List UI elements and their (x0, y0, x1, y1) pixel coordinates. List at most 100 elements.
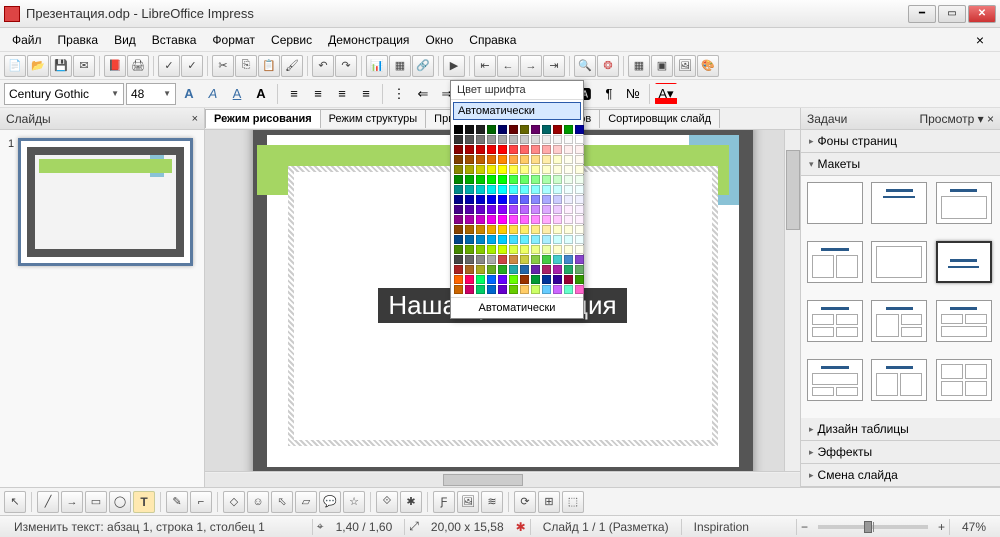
color-swatch[interactable] (509, 145, 518, 154)
menu-insert[interactable]: Вставка (144, 30, 205, 50)
flowchart-tool[interactable]: ▱ (295, 491, 317, 513)
redo-button[interactable]: ↷ (335, 55, 357, 77)
color-swatch[interactable] (465, 255, 474, 264)
para-dialog-button[interactable]: ¶ (598, 83, 620, 105)
color-swatch[interactable] (531, 205, 540, 214)
color-swatch[interactable] (531, 215, 540, 224)
color-swatch[interactable] (498, 285, 507, 294)
color-swatch[interactable] (520, 285, 529, 294)
email-button[interactable]: ✉ (73, 55, 95, 77)
color-swatch[interactable] (454, 145, 463, 154)
menu-format[interactable]: Формат (204, 30, 263, 50)
underline-button[interactable]: A (226, 83, 248, 105)
color-swatch[interactable] (476, 155, 485, 164)
color-swatch[interactable] (531, 285, 540, 294)
color-swatch[interactable] (465, 245, 474, 254)
callouts-tool[interactable]: 💬 (319, 491, 341, 513)
select-tool[interactable]: ↖ (4, 491, 26, 513)
color-swatch[interactable] (553, 245, 562, 254)
color-swatch[interactable] (564, 205, 573, 214)
color-swatch[interactable] (564, 245, 573, 254)
nav-next-button[interactable]: → (520, 55, 542, 77)
color-swatch[interactable] (520, 195, 529, 204)
align-center-button[interactable]: ≡ (307, 83, 329, 105)
align-tool[interactable]: ⊞ (538, 491, 560, 513)
color-swatch[interactable] (509, 175, 518, 184)
color-swatch[interactable] (575, 265, 584, 274)
status-slide[interactable]: Слайд 1 / 1 (Разметка) (535, 520, 677, 534)
color-swatch[interactable] (575, 135, 584, 144)
text-tool[interactable]: T (133, 491, 155, 513)
color-swatch[interactable] (487, 155, 496, 164)
color-swatch[interactable] (454, 245, 463, 254)
layout-1over2[interactable] (807, 359, 863, 401)
color-swatch[interactable] (575, 125, 584, 134)
color-swatch[interactable] (498, 165, 507, 174)
connector-tool[interactable]: ⌐ (190, 491, 212, 513)
color-swatch[interactable] (498, 185, 507, 194)
color-swatch[interactable] (575, 195, 584, 204)
color-swatch[interactable] (531, 185, 540, 194)
align-justify-button[interactable]: ≡ (355, 83, 377, 105)
color-swatch[interactable] (542, 235, 551, 244)
color-swatch[interactable] (564, 265, 573, 274)
section-transition[interactable]: Смена слайда (801, 464, 1000, 487)
color-swatch[interactable] (476, 225, 485, 234)
color-swatch[interactable] (487, 245, 496, 254)
color-swatch[interactable] (465, 275, 474, 284)
color-swatch[interactable] (542, 145, 551, 154)
close-document-icon[interactable]: × (968, 29, 992, 51)
color-swatch[interactable] (487, 195, 496, 204)
color-swatch[interactable] (498, 225, 507, 234)
color-swatch[interactable] (487, 175, 496, 184)
color-swatch[interactable] (454, 275, 463, 284)
color-swatch[interactable] (564, 255, 573, 264)
layout-big-small[interactable] (871, 300, 927, 342)
color-swatch[interactable] (465, 285, 474, 294)
color-swatch[interactable] (520, 145, 529, 154)
color-swatch[interactable] (454, 225, 463, 234)
bullets-button[interactable]: ⋮ (388, 83, 410, 105)
color-swatch[interactable] (553, 285, 562, 294)
color-swatch[interactable] (564, 175, 573, 184)
color-swatch[interactable] (509, 165, 518, 174)
color-swatch[interactable] (454, 165, 463, 174)
color-swatch[interactable] (531, 265, 540, 274)
color-swatch[interactable] (520, 135, 529, 144)
color-swatch[interactable] (542, 135, 551, 144)
nav-start-button[interactable]: ⇤ (474, 55, 496, 77)
glue-tool[interactable]: ✱ (400, 491, 422, 513)
shadow-button[interactable]: A (250, 83, 272, 105)
align-left-button[interactable]: ≡ (283, 83, 305, 105)
color-swatch[interactable] (520, 125, 529, 134)
color-swatch[interactable] (520, 155, 529, 164)
color-swatch[interactable] (531, 125, 540, 134)
color-swatch[interactable] (520, 255, 529, 264)
color-swatch[interactable] (575, 175, 584, 184)
color-swatch[interactable] (531, 235, 540, 244)
navigator-button[interactable]: ▣ (651, 55, 673, 77)
color-swatch[interactable] (498, 215, 507, 224)
tab-outline[interactable]: Режим структуры (320, 109, 427, 128)
tasks-view-menu[interactable]: Просмотр ▾ × (919, 112, 994, 126)
color-swatch[interactable] (454, 195, 463, 204)
nav-end-button[interactable]: ⇥ (543, 55, 565, 77)
color-swatch[interactable] (553, 215, 562, 224)
color-swatch[interactable] (553, 155, 562, 164)
layout-blank[interactable] (807, 182, 863, 224)
menu-view[interactable]: Вид (106, 30, 144, 50)
color-swatch[interactable] (520, 265, 529, 274)
save-button[interactable]: 💾 (50, 55, 72, 77)
color-swatch[interactable] (487, 165, 496, 174)
color-swatch[interactable] (454, 175, 463, 184)
color-swatch[interactable] (553, 165, 562, 174)
color-swatch[interactable] (498, 275, 507, 284)
color-swatch[interactable] (531, 155, 540, 164)
zoom-value[interactable]: 47% (954, 520, 994, 534)
color-swatch[interactable] (509, 265, 518, 274)
color-swatch[interactable] (465, 195, 474, 204)
font-size-combo[interactable]: 48 ▼ (126, 83, 176, 105)
color-swatch[interactable] (542, 215, 551, 224)
autospell-button[interactable]: ✓ (181, 55, 203, 77)
color-swatch[interactable] (553, 225, 562, 234)
